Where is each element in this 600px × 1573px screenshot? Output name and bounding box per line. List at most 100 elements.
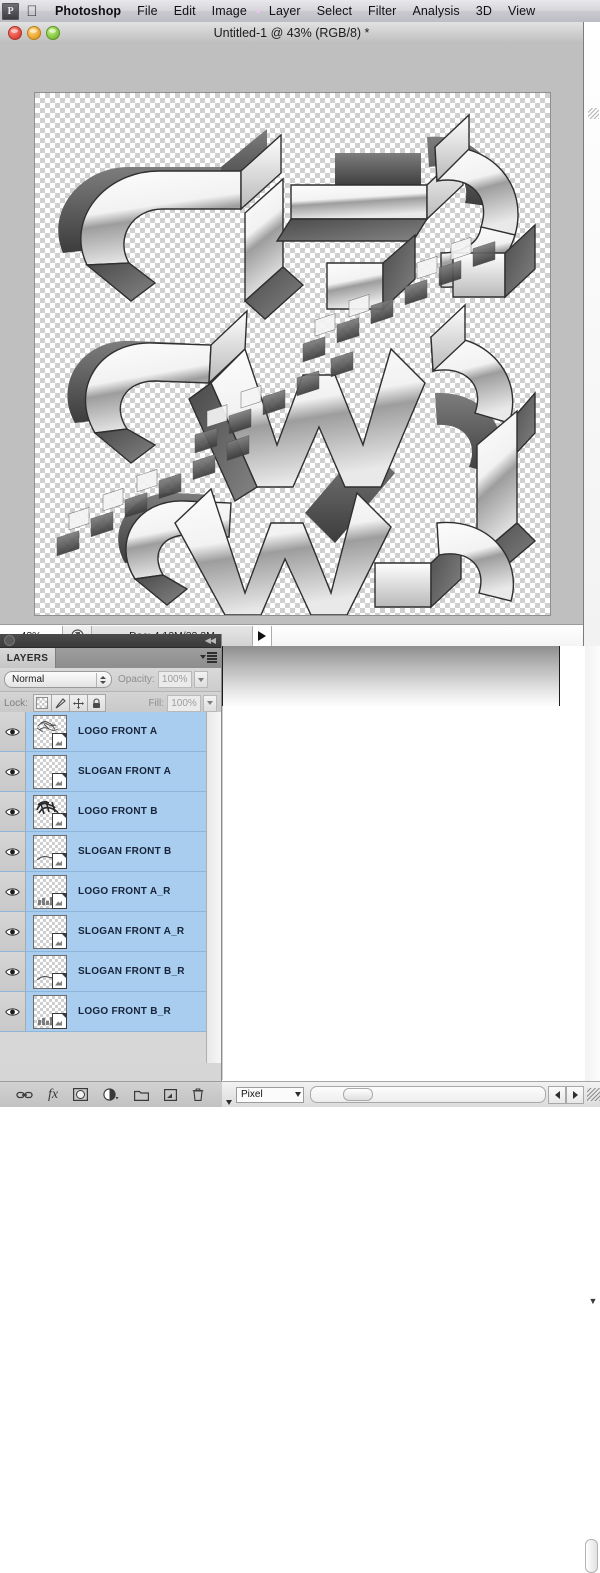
layer-row-logo-front-b-r[interactable]: LOGO FRONT B_R	[0, 992, 221, 1032]
tab-layers[interactable]: LAYERS	[0, 648, 56, 668]
menu-item-edit[interactable]: Edit	[166, 4, 204, 18]
resize-grip-icon[interactable]	[588, 108, 599, 119]
layer-thumbnail[interactable]	[33, 914, 67, 949]
layer-visibility-toggle[interactable]	[0, 712, 26, 751]
lock-all-button[interactable]	[87, 694, 106, 712]
layer-visibility-toggle[interactable]	[0, 792, 26, 831]
caret-right-icon[interactable]	[566, 1085, 584, 1104]
lock-image-pixels-button[interactable]	[51, 694, 70, 712]
layer-thumbnail[interactable]	[33, 754, 67, 789]
layers-list-scrollbar[interactable]	[206, 712, 221, 1063]
menu-item-select[interactable]: Select	[309, 4, 360, 18]
pixel-mode-select[interactable]: Pixel	[236, 1086, 304, 1103]
lock-label: Lock:	[4, 697, 28, 709]
eye-icon	[5, 807, 20, 816]
layer-row-logo-front-a[interactable]: LOGO FRONT A	[0, 712, 221, 752]
workspace-right-gutter	[584, 22, 600, 646]
layers-list[interactable]: LOGO FRONT A SLOGAN FRONT A LOGO FRONT B SL…	[0, 712, 221, 1063]
layer-thumbnail[interactable]	[33, 874, 67, 909]
menu-item-3d[interactable]: 3D	[468, 4, 500, 18]
menu-item-filter[interactable]: Filter	[360, 4, 404, 18]
half-circle-icon[interactable]	[103, 1088, 119, 1101]
blend-mode-select[interactable]: Normal	[4, 671, 112, 688]
layer-thumbnail[interactable]	[33, 794, 67, 829]
layer-visibility-toggle[interactable]	[0, 992, 26, 1031]
apple-icon[interactable]: 	[23, 4, 41, 19]
eye-icon	[5, 727, 20, 736]
logo-artwork	[56, 113, 537, 615]
menu-item-view[interactable]: View	[500, 4, 543, 18]
layer-visibility-toggle[interactable]	[0, 832, 26, 871]
layers-panel-toolbar: fx	[0, 1081, 237, 1107]
resize-grip-icon[interactable]	[587, 1088, 600, 1101]
trash-icon[interactable]	[192, 1088, 204, 1101]
bottom-caret-icon[interactable]	[222, 1081, 236, 1109]
folder-icon[interactable]	[134, 1089, 150, 1101]
status-empty-area	[272, 625, 583, 646]
layer-visibility-toggle[interactable]	[0, 872, 26, 911]
layer-name: SLOGAN FRONT B_R	[78, 966, 185, 977]
horizontal-scrollbar[interactable]	[310, 1086, 546, 1103]
menu-separator-dot	[255, 9, 260, 13]
menu-item-analysis[interactable]: Analysis	[404, 4, 467, 18]
workspace-vertical-scrollbar[interactable]: ▼	[585, 646, 600, 1573]
caret-left-icon[interactable]	[548, 1085, 566, 1104]
document-title-bar[interactable]: Untitled-1 @ 43% (RGB/8) *	[0, 22, 583, 45]
menu-item-file[interactable]: File	[129, 4, 166, 18]
mask-circle-icon[interactable]	[73, 1088, 89, 1101]
artboard-transparency[interactable]	[35, 93, 550, 615]
layer-name: LOGO FRONT B_R	[78, 1006, 171, 1017]
layer-row-slogan-front-b[interactable]: SLOGAN FRONT B	[0, 832, 221, 872]
panel-drag-bar[interactable]: ◀◀	[0, 634, 221, 648]
link-icon[interactable]	[16, 1090, 33, 1100]
smart-object-badge-icon	[52, 732, 67, 749]
canvas-area[interactable]	[0, 44, 583, 624]
document-window: Untitled-1 @ 43% (RGB/8) *	[0, 22, 584, 646]
fill-label: Fill:	[148, 697, 164, 709]
layer-visibility-toggle[interactable]	[0, 912, 26, 951]
document-title: Untitled-1 @ 43% (RGB/8) *	[213, 26, 370, 40]
vertical-scroll-thumb[interactable]	[585, 1539, 598, 1573]
new-layer-icon[interactable]	[164, 1088, 178, 1101]
blend-mode-stepper-icon[interactable]	[96, 672, 109, 687]
pixel-mode-value: Pixel	[241, 1089, 263, 1100]
panel-dot-icon	[4, 635, 15, 646]
layer-row-logo-front-a-r[interactable]: LOGO FRONT A_R	[0, 872, 221, 912]
fill-value[interactable]: 100%	[167, 694, 201, 712]
fill-dropdown-icon[interactable]	[203, 694, 217, 712]
menu-item-photoshop[interactable]: Photoshop	[47, 4, 129, 18]
layer-name: SLOGAN FRONT A_R	[78, 926, 185, 937]
opacity-value[interactable]: 100%	[157, 671, 192, 688]
collapse-double-arrow-icon[interactable]: ◀◀	[205, 636, 216, 645]
layer-visibility-toggle[interactable]	[0, 952, 26, 991]
menu-item-image[interactable]: Image	[204, 4, 255, 18]
lock-position-button[interactable]	[69, 694, 88, 712]
photoshop-app-badge[interactable]: P	[2, 2, 19, 20]
panel-menu-icon[interactable]	[200, 652, 217, 663]
layer-row-slogan-front-a[interactable]: SLOGAN FRONT A	[0, 752, 221, 792]
layer-name: SLOGAN FRONT B	[78, 846, 172, 857]
smart-object-badge-icon	[52, 892, 67, 909]
layer-row-slogan-front-a-r[interactable]: SLOGAN FRONT A_R	[0, 912, 221, 952]
fx-icon[interactable]: fx	[48, 1087, 58, 1103]
layer-name: LOGO FRONT A_R	[78, 886, 171, 897]
brush-icon	[55, 697, 66, 708]
scroll-down-caret-icon[interactable]: ▼	[588, 1296, 598, 1306]
move-icon	[72, 697, 84, 709]
horizontal-scroll-thumb[interactable]	[343, 1088, 373, 1101]
layer-thumbnail[interactable]	[33, 714, 67, 749]
layer-visibility-toggle[interactable]	[0, 752, 26, 791]
checkerboard-icon	[36, 697, 49, 709]
layer-thumbnail[interactable]	[33, 834, 67, 869]
bottom-status-bar: Pixel	[222, 1081, 600, 1107]
layer-thumbnail[interactable]	[33, 994, 67, 1029]
status-expand-arrow-icon[interactable]	[253, 625, 272, 646]
layer-row-slogan-front-b-r[interactable]: SLOGAN FRONT B_R	[0, 952, 221, 992]
lock-transparent-pixels-button[interactable]	[32, 694, 52, 712]
eye-icon	[5, 927, 20, 936]
layer-row-logo-front-b[interactable]: LOGO FRONT B	[0, 792, 221, 832]
layer-thumbnail[interactable]	[33, 954, 67, 989]
menu-item-layer[interactable]: Layer	[261, 4, 309, 18]
smart-object-badge-icon	[52, 772, 67, 789]
opacity-dropdown-icon[interactable]	[193, 671, 208, 688]
